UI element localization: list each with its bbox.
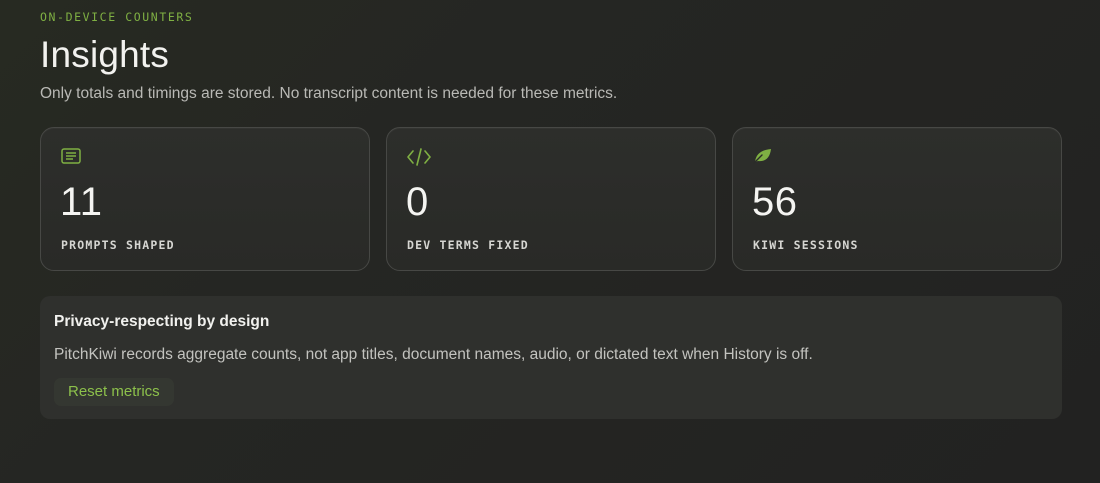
metric-value: 56 (752, 180, 798, 224)
privacy-heading: Privacy-respecting by design (54, 313, 270, 330)
document-lines-icon (61, 148, 83, 166)
privacy-panel: Privacy-respecting by design PitchKiwi r… (40, 296, 1062, 419)
code-icon (407, 148, 431, 166)
leaf-icon (753, 148, 775, 166)
metric-label: DEV TERMS FIXED (407, 238, 529, 252)
metric-card-dev-terms-fixed: 0 DEV TERMS FIXED (386, 127, 716, 271)
metric-card-prompts-shaped: 11 PROMPTS SHAPED (40, 127, 370, 271)
metric-value: 0 (406, 180, 429, 224)
metric-cards: 11 PROMPTS SHAPED 0 DEV TERMS FIXED 56 K… (40, 127, 1062, 271)
metric-label: KIWI SESSIONS (753, 238, 859, 252)
metric-label: PROMPTS SHAPED (61, 238, 175, 252)
privacy-description: PitchKiwi records aggregate counts, not … (54, 346, 813, 363)
eyebrow-label: ON-DEVICE COUNTERS (40, 10, 194, 24)
metric-card-kiwi-sessions: 56 KIWI SESSIONS (732, 127, 1062, 271)
metric-value: 11 (60, 180, 103, 224)
page-subtitle: Only totals and timings are stored. No t… (40, 85, 618, 102)
reset-metrics-button[interactable]: Reset metrics (54, 378, 174, 406)
page-title: Insights (40, 34, 170, 75)
